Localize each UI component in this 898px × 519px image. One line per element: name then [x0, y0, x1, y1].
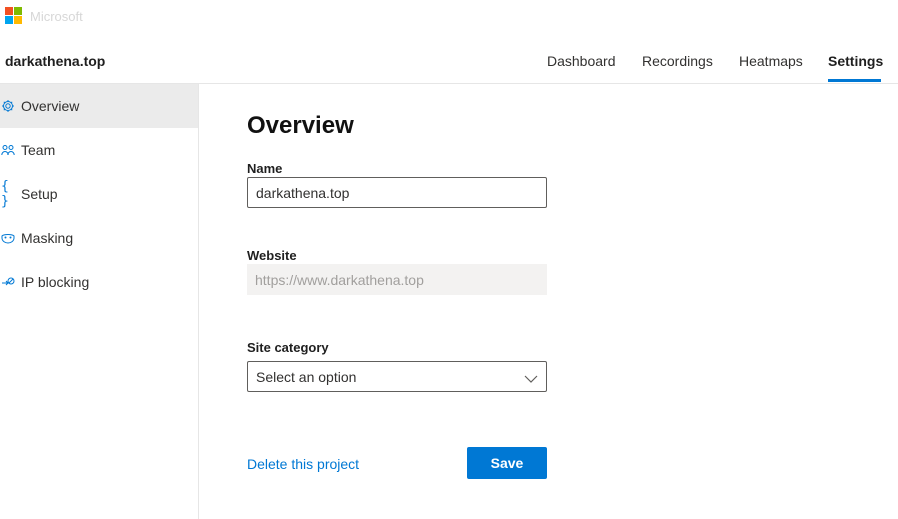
microsoft-logo-icon	[5, 7, 22, 24]
site-category-label: Site category	[247, 340, 329, 355]
active-tab-underline	[828, 79, 881, 82]
tab-recordings[interactable]: Recordings	[642, 53, 713, 69]
tab-heatmaps[interactable]: Heatmaps	[739, 53, 803, 69]
sidebar-item-label: IP blocking	[21, 274, 90, 290]
page-title: Overview	[247, 112, 354, 139]
mask-icon	[1, 231, 15, 245]
sidebar-item-label: Setup	[21, 186, 58, 202]
sidebar-item-label: Team	[21, 142, 56, 158]
sidebar: Overview Team { } Setup Masking IP block…	[0, 84, 199, 519]
website-field	[247, 264, 547, 295]
name-label: Name	[247, 161, 283, 176]
save-button[interactable]: Save	[467, 447, 547, 479]
team-icon	[1, 143, 15, 157]
sidebar-item-setup[interactable]: { } Setup	[0, 172, 198, 216]
ip-block-icon	[1, 275, 15, 289]
sidebar-item-label: Masking	[21, 230, 74, 246]
sidebar-item-label: Overview	[21, 98, 80, 114]
sidebar-item-masking[interactable]: Masking	[0, 216, 198, 260]
brand-text: Microsoft	[30, 9, 83, 24]
tab-dashboard[interactable]: Dashboard	[547, 53, 616, 69]
sidebar-item-team[interactable]: Team	[0, 128, 198, 172]
tab-settings[interactable]: Settings	[828, 53, 883, 69]
sidebar-item-ip-blocking[interactable]: IP blocking	[0, 260, 198, 304]
delete-project-link[interactable]: Delete this project	[247, 456, 359, 472]
site-category-dropdown[interactable]: Select an option	[247, 361, 547, 392]
gear-icon	[1, 99, 15, 113]
braces-icon: { }	[1, 179, 9, 209]
website-label: Website	[247, 248, 297, 263]
name-field[interactable]	[247, 177, 547, 208]
site-category-value: Select an option	[256, 368, 357, 385]
chevron-down-icon	[524, 371, 538, 383]
sidebar-item-overview[interactable]: Overview	[0, 84, 198, 128]
top-bar: Microsoft darkathena.top Dashboard Recor…	[0, 0, 898, 84]
project-name: darkathena.top	[5, 53, 106, 69]
